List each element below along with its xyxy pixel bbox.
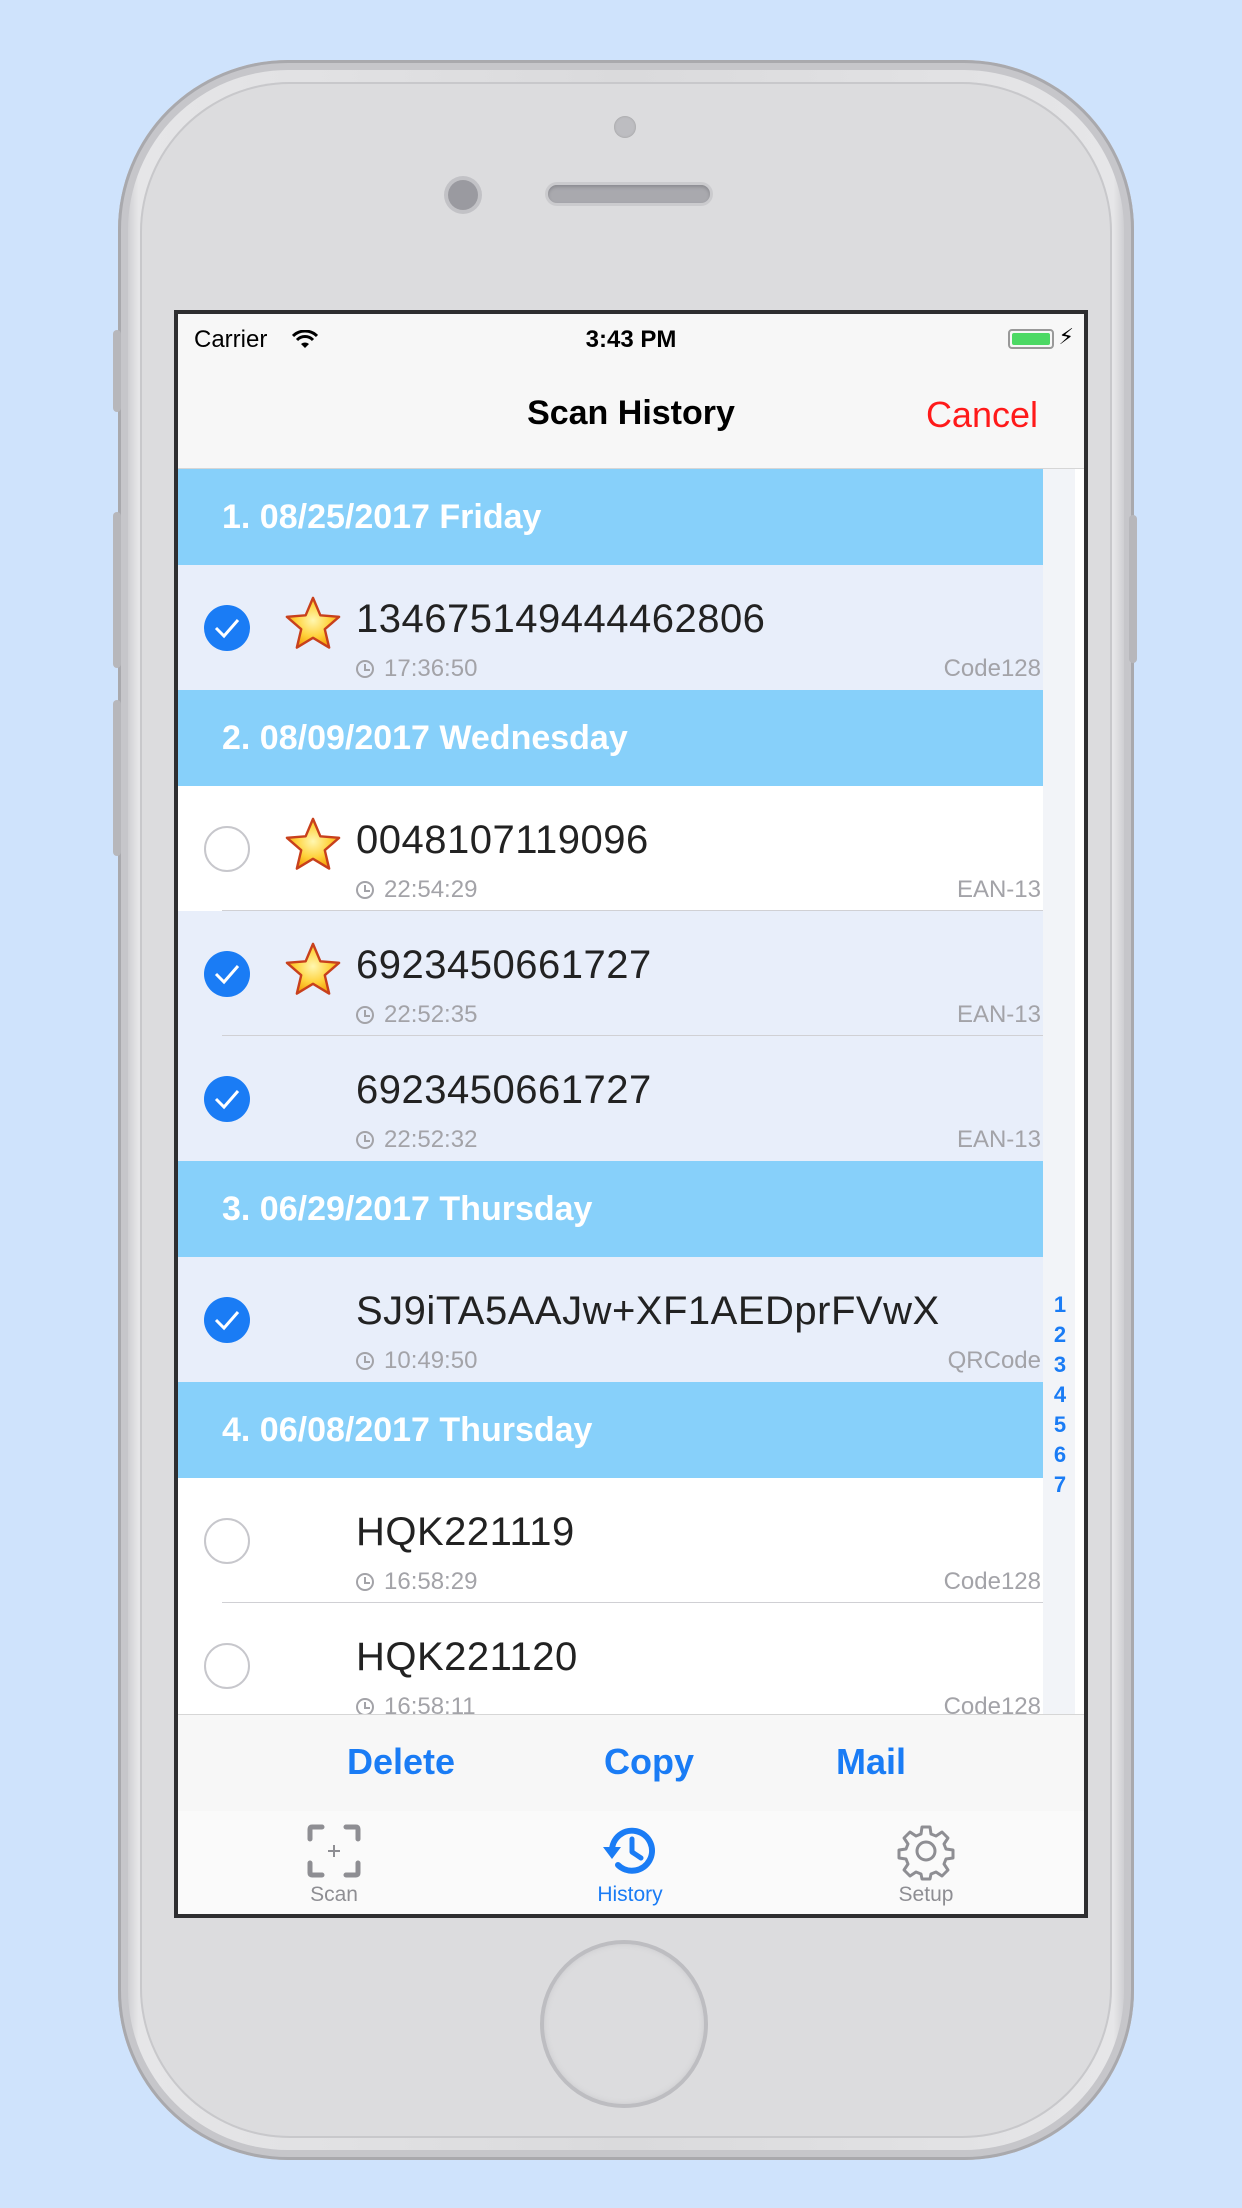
section-header: 4. 06/08/2017 Thursday (178, 1382, 1043, 1478)
list-item[interactable]: 0048107119096 22:54:29 EAN-13 (178, 786, 1043, 911)
section-header: 3. 06/29/2017 Thursday (178, 1161, 1043, 1257)
tab-setup-label: Setup (898, 1883, 954, 1906)
barcode-type: EAN-13 (956, 1001, 1041, 1028)
earpiece-speaker (548, 185, 710, 203)
tab-history[interactable]: History (530, 1821, 730, 1907)
barcode-value: HQK221120 (356, 1635, 578, 1679)
scan-frame-icon (307, 1824, 361, 1878)
barcode-value: HQK221119 (356, 1510, 575, 1554)
index-item[interactable]: 7 (1050, 1470, 1070, 1500)
clock-icon (356, 1131, 374, 1149)
power-button (1129, 515, 1137, 663)
history-list[interactable]: 1. 08/25/2017 Friday 134675149444462806 … (178, 469, 1043, 1714)
barcode-value: 134675149444462806 (356, 597, 766, 641)
section-index[interactable]: 1 2 3 4 5 6 7 (1050, 1290, 1070, 1500)
tab-setup[interactable]: Setup (826, 1821, 1026, 1907)
star-icon[interactable] (284, 941, 342, 999)
front-camera (448, 180, 478, 210)
barcode-type: Code128 (943, 1693, 1041, 1714)
scan-time: 10:49:50 (356, 1347, 477, 1375)
list-item[interactable]: 6923450661727 22:52:32 EAN-13 (178, 1036, 1043, 1161)
barcode-value: SJ9iTA5AAJw+XF1AEDprFVwX (356, 1289, 940, 1333)
battery-icon (1008, 329, 1054, 349)
clock-icon (356, 1698, 374, 1714)
navigation-bar: Scan History Cancel (178, 364, 1084, 469)
checkbox-unchecked[interactable] (204, 826, 250, 872)
volume-up-button (113, 512, 121, 668)
index-item[interactable]: 3 (1050, 1350, 1070, 1380)
mute-switch (113, 330, 121, 412)
star-icon[interactable] (284, 816, 342, 874)
mail-button[interactable]: Mail (836, 1741, 906, 1783)
cancel-button[interactable]: Cancel (926, 394, 1038, 436)
index-item[interactable]: 4 (1050, 1380, 1070, 1410)
section-header: 1. 08/25/2017 Friday (178, 469, 1043, 565)
home-button[interactable] (544, 1944, 704, 2104)
status-bar: Carrier 3:43 PM ⚡ (178, 314, 1084, 364)
barcode-type: QRCode (947, 1347, 1041, 1374)
volume-down-button (113, 700, 121, 856)
clock-icon (356, 1006, 374, 1024)
clock-icon (356, 1573, 374, 1591)
star-icon[interactable] (284, 595, 342, 653)
list-item[interactable]: SJ9iTA5AAJw+XF1AEDprFVwX 10:49:50 QRCode (178, 1257, 1043, 1382)
tab-bar: Scan History Setup (178, 1811, 1084, 1914)
section-header: 2. 08/09/2017 Wednesday (178, 690, 1043, 786)
barcode-type: Code128 (943, 655, 1041, 682)
clock-icon (356, 660, 374, 678)
gear-icon (897, 1825, 955, 1881)
scan-time: 22:52:32 (356, 1126, 477, 1154)
action-toolbar: Delete Copy Mail (178, 1714, 1084, 1812)
section-index-bar[interactable] (1043, 469, 1075, 1714)
scan-time: 17:36:50 (356, 655, 477, 683)
index-item[interactable]: 5 (1050, 1410, 1070, 1440)
list-item[interactable]: 6923450661727 22:52:35 EAN-13 (178, 911, 1043, 1036)
scan-time: 16:58:29 (356, 1568, 477, 1596)
proximity-sensor (614, 116, 636, 138)
copy-button[interactable]: Copy (604, 1741, 694, 1783)
checkbox-checked[interactable] (204, 605, 250, 651)
list-item[interactable]: 134675149444462806 17:36:50 Code128 (178, 565, 1043, 690)
barcode-type: Code128 (943, 1568, 1041, 1595)
clock-icon (356, 1352, 374, 1370)
scan-time: 22:54:29 (356, 876, 477, 904)
index-item[interactable]: 2 (1050, 1320, 1070, 1350)
tab-history-label: History (597, 1883, 663, 1906)
index-item[interactable]: 6 (1050, 1440, 1070, 1470)
barcode-value: 6923450661727 (356, 943, 652, 987)
tab-scan-label: Scan (310, 1883, 358, 1906)
list-item[interactable]: HQK221119 16:58:29 Code128 (178, 1478, 1043, 1603)
clock-icon (356, 881, 374, 899)
index-item[interactable]: 1 (1050, 1290, 1070, 1320)
scan-time: 16:58:11 (356, 1693, 476, 1714)
barcode-value: 0048107119096 (356, 818, 649, 862)
delete-button[interactable]: Delete (347, 1741, 455, 1783)
history-icon (603, 1827, 655, 1874)
scan-time: 22:52:35 (356, 1001, 477, 1029)
tab-scan[interactable]: Scan (234, 1821, 434, 1907)
barcode-type: EAN-13 (956, 1126, 1041, 1153)
app-screen: Carrier 3:43 PM ⚡ Scan History Cancel 1.… (174, 310, 1088, 1918)
charging-icon: ⚡ (1058, 324, 1074, 349)
barcode-type: EAN-13 (956, 876, 1041, 903)
checkbox-unchecked[interactable] (204, 1518, 250, 1564)
status-time: 3:43 PM (585, 326, 677, 353)
checkbox-unchecked[interactable] (204, 1643, 250, 1689)
barcode-value: 6923450661727 (356, 1068, 652, 1112)
checkbox-checked[interactable] (204, 1297, 250, 1343)
checkbox-checked[interactable] (204, 1076, 250, 1122)
checkbox-checked[interactable] (204, 951, 250, 997)
list-item[interactable]: HQK221120 16:58:11 Code128 (178, 1603, 1043, 1714)
